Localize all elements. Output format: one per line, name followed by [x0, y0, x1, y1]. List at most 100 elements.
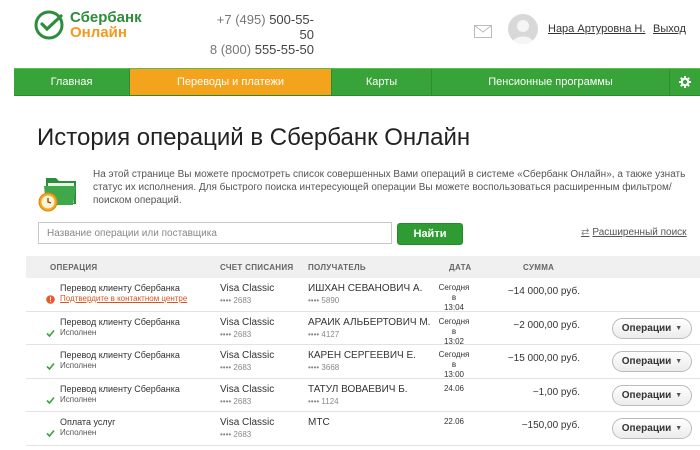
- advanced-search-label: Расширенный поиск: [592, 227, 687, 238]
- table-header: ОПЕРАЦИЯ СЧЕТ СПИСАНИЯ ПОЛУЧАТЕЛЬ ДАТА С…: [26, 256, 700, 278]
- account-number: •••• 2683: [220, 430, 252, 439]
- operation-name[interactable]: Перевод клиенту Сбербанка: [60, 317, 180, 327]
- recipient-number: •••• 3668: [308, 363, 340, 372]
- operation-status: Исполнен: [60, 361, 97, 370]
- search-input[interactable]: [38, 222, 392, 244]
- operations-button-label: Операции: [621, 322, 672, 334]
- operations-dropdown-button[interactable]: Операции ▼: [612, 418, 692, 439]
- date-line1: 24.06: [443, 383, 465, 393]
- recipient-number: •••• 1124: [308, 396, 339, 406]
- operation-status: Исполнен: [60, 394, 97, 404]
- operation-date: 22.06: [437, 417, 471, 427]
- avatar[interactable]: [508, 14, 538, 44]
- nav-item-label: Карты: [365, 76, 398, 88]
- phone2-code: 8 (800): [209, 42, 252, 57]
- col-amount: СУММА: [523, 262, 555, 272]
- recipient-name: ИШХАН СЕВАНОВИЧ А.: [308, 283, 423, 294]
- col-account: СЧЕТ СПИСАНИЯ: [220, 262, 294, 272]
- date-line1: Сегодня в: [438, 350, 470, 369]
- nav-item-label: Пенсионные программы: [488, 76, 613, 88]
- logout-link[interactable]: Выход: [653, 23, 686, 35]
- operation-name[interactable]: Оплата услуг: [60, 417, 115, 427]
- nav-item-transfers[interactable]: Переводы и платежи: [130, 69, 332, 95]
- recipient-name: ТАТУЛ ВОВАЕВИЧ Б.: [308, 383, 408, 395]
- recipient-name: КАРЕН СЕРГЕЕВИЧ Е.: [308, 350, 416, 361]
- gear-icon: [679, 76, 691, 88]
- account-number: •••• 2683: [220, 363, 252, 372]
- advanced-search-link[interactable]: ⇄ Расширенный поиск: [581, 227, 687, 238]
- operation-name[interactable]: Перевод клиенту Сбербанка: [60, 350, 180, 360]
- table-row[interactable]: Перевод клиенту Сбербанка Исполнен Visa Cl…: [26, 312, 700, 346]
- settings-button[interactable]: [670, 69, 700, 95]
- page-title: История операций в Сбербанк Онлайн: [37, 124, 471, 151]
- account-name: Visa Classic: [220, 283, 275, 294]
- date-line1: Сегодня в: [438, 316, 470, 336]
- account-number: •••• 2683: [220, 296, 252, 305]
- checkmark-icon: [46, 362, 55, 371]
- operation-amount: −150,00 руб.: [521, 420, 580, 431]
- sberbank-logo-icon: [34, 10, 64, 40]
- sberbank-logo[interactable]: Сбербанк Онлайн: [34, 10, 142, 40]
- header: Сбербанк Онлайн +7 (495) 500-55-50 8 (80…: [0, 0, 700, 64]
- phone1-code: +7 (495): [216, 12, 266, 27]
- intro-text: На этой странице Вы можете просмотреть с…: [93, 169, 686, 206]
- search-button[interactable]: Найти: [397, 223, 463, 245]
- chevron-down-icon: ▼: [675, 324, 683, 332]
- phone-numbers: +7 (495) 500-55-50 8 (800) 555-55-50: [208, 12, 314, 57]
- table-body: Перевод клиенту Сбербанка Подтвердите в к…: [26, 278, 700, 446]
- account-name: Visa Classic: [220, 316, 275, 328]
- checkmark-icon: [46, 429, 55, 438]
- main-nav: Главная Переводы и платежи Карты Пенсион…: [14, 68, 700, 96]
- col-operation: ОПЕРАЦИЯ: [50, 262, 98, 272]
- account-name: Visa Classic: [220, 383, 275, 395]
- operations-dropdown-button[interactable]: Операции ▼: [612, 351, 692, 372]
- nav-item-pension[interactable]: Пенсионные программы: [432, 69, 670, 95]
- phone2-number: 555-55-50: [254, 42, 314, 57]
- account-number: •••• 2683: [220, 329, 252, 339]
- table-row[interactable]: Перевод клиенту Сбербанка Исполнен Visa Cl…: [26, 345, 700, 379]
- chevron-down-icon: ▼: [675, 425, 683, 432]
- table-row[interactable]: Перевод клиенту Сбербанка Исполнен Visa Cl…: [26, 379, 700, 412]
- operation-date: Сегодня в 13:02: [437, 317, 471, 347]
- nav-item-home[interactable]: Главная: [14, 69, 130, 95]
- nav-item-label: Главная: [50, 76, 93, 88]
- nav-item-label: Переводы и платежи: [176, 76, 285, 88]
- operations-dropdown-button[interactable]: Операции ▼: [612, 317, 692, 339]
- user-name-link[interactable]: Нара Артуровна Н.: [548, 23, 645, 35]
- table-row[interactable]: Перевод клиенту Сбербанка Подтвердите в к…: [26, 278, 700, 312]
- recipient-name: МТС: [308, 417, 330, 428]
- mail-icon[interactable]: [474, 25, 492, 38]
- recipient-number: •••• 5890: [308, 296, 340, 305]
- recipient-number: •••• 4127: [308, 329, 340, 339]
- nav-item-cards[interactable]: Карты: [332, 69, 432, 95]
- operation-amount: −2 000,00 руб.: [513, 319, 580, 331]
- operations-button-label: Операции: [621, 423, 672, 434]
- operation-date: Сегодня в 13:00: [437, 350, 471, 380]
- chevron-down-icon: ▼: [675, 358, 683, 365]
- operation-name[interactable]: Перевод клиенту Сбербанка: [60, 283, 180, 293]
- account-number: •••• 2683: [220, 396, 252, 406]
- account-name: Visa Classic: [220, 417, 275, 428]
- operation-date: Сегодня в 13:04: [437, 283, 471, 313]
- account-name: Visa Classic: [220, 350, 275, 361]
- operation-amount: −14 000,00 руб.: [507, 286, 580, 297]
- phone1-number: 500-55-50: [269, 12, 314, 42]
- date-line1: Сегодня в: [438, 283, 470, 302]
- operations-dropdown-button[interactable]: Операции ▼: [612, 384, 692, 406]
- operation-amount: −1,00 руб.: [532, 386, 580, 398]
- checkmark-icon: [46, 396, 55, 404]
- operation-name[interactable]: Перевод клиенту Сбербанка: [60, 384, 180, 394]
- col-recipient: ПОЛУЧАТЕЛЬ: [308, 262, 366, 272]
- table-row[interactable]: Оплата услуг Исполнен Visa Classic •••• 268…: [26, 412, 700, 446]
- operation-status: Исполнен: [60, 428, 97, 437]
- operation-status: Исполнен: [60, 327, 97, 337]
- operations-table: ОПЕРАЦИЯ СЧЕТ СПИСАНИЯ ПОЛУЧАТЕЛЬ ДАТА С…: [26, 256, 700, 446]
- logo-line2: Онлайн: [70, 24, 127, 41]
- operation-date: 24.06: [437, 384, 471, 394]
- operation-status[interactable]: Подтвердите в контактном центре: [60, 294, 187, 303]
- recipient-name: АРАИК АЛЬБЕРТОВИЧ М.: [308, 316, 431, 328]
- swap-arrows-icon: ⇄: [581, 227, 590, 238]
- warning-icon: [46, 295, 55, 304]
- col-date: ДАТА: [449, 262, 472, 272]
- user-silhouette-icon: [512, 20, 534, 44]
